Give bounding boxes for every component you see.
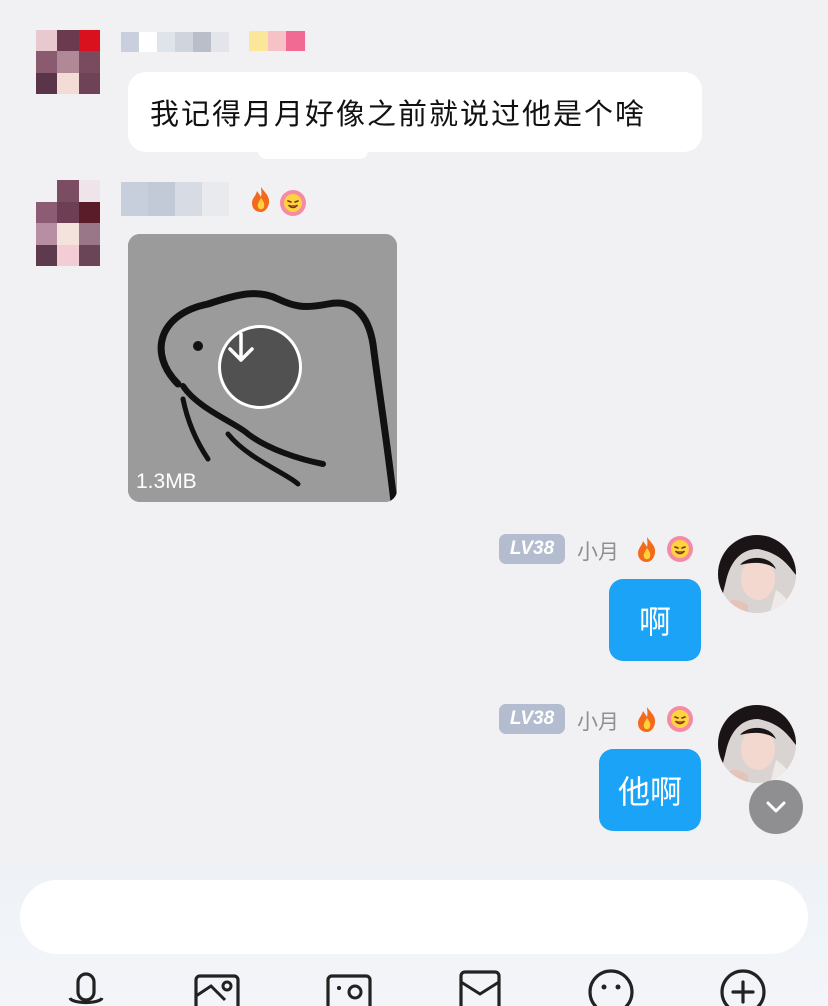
image-message[interactable]: 1.3MB bbox=[128, 234, 397, 502]
red-envelope-icon[interactable] bbox=[458, 968, 502, 1006]
emoji-icon[interactable] bbox=[587, 968, 635, 1006]
message-text-3: 啊 bbox=[638, 603, 671, 641]
sender-name-1 bbox=[121, 32, 229, 52]
fire-icon bbox=[638, 707, 656, 732]
message-bubble-self-1[interactable]: 啊 bbox=[609, 579, 701, 661]
image-icon[interactable] bbox=[193, 968, 241, 1006]
download-icon bbox=[228, 332, 254, 362]
camera-icon[interactable] bbox=[325, 968, 373, 1006]
avatar-image bbox=[718, 705, 796, 783]
smile-flower-icon bbox=[667, 536, 693, 562]
avatar[interactable] bbox=[718, 535, 796, 613]
avatar-image bbox=[718, 535, 796, 613]
scroll-to-bottom-button[interactable] bbox=[749, 780, 803, 834]
nickname: 小月 bbox=[577, 710, 619, 734]
smile-flower-icon bbox=[667, 706, 693, 732]
message-text-1: 我记得月月好像之前就说过他是个啥 bbox=[150, 97, 647, 131]
smile-flower-icon bbox=[280, 190, 306, 216]
chevron-down-icon bbox=[766, 801, 786, 813]
message-bubble-1[interactable]: 我记得月月好像之前就说过他是个啥 bbox=[128, 72, 702, 159]
file-size-label: 1.3MB bbox=[136, 470, 197, 493]
download-button[interactable] bbox=[218, 325, 302, 409]
microphone-icon[interactable] bbox=[66, 968, 106, 1006]
level-badge: LV38 bbox=[499, 704, 565, 734]
level-badge: LV38 bbox=[499, 534, 565, 564]
sender-avatar-2[interactable] bbox=[36, 180, 100, 266]
message-bubble-self-2[interactable]: 他啊 bbox=[599, 749, 701, 831]
plus-icon[interactable] bbox=[719, 968, 767, 1006]
sender-avatar-1[interactable] bbox=[36, 30, 100, 94]
sender-name-2 bbox=[121, 182, 229, 216]
message-input[interactable] bbox=[20, 880, 808, 954]
fire-icon bbox=[638, 537, 656, 562]
message-text-4: 他啊 bbox=[617, 773, 682, 811]
nickname: 小月 bbox=[577, 540, 619, 564]
sender-badge-1 bbox=[249, 31, 305, 51]
avatar[interactable] bbox=[718, 705, 796, 783]
fire-icon bbox=[252, 187, 270, 212]
